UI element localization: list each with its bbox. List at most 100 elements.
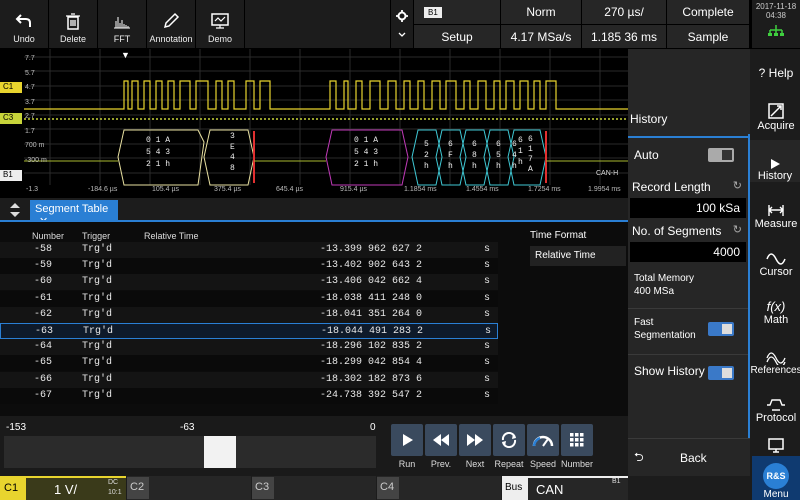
row-trigger: Trg'd xyxy=(82,357,113,369)
c4-label: C4 xyxy=(377,477,399,499)
reset-icon[interactable]: ↻ xyxy=(733,223,742,236)
channel-c4[interactable]: C4 xyxy=(377,476,501,500)
table-row[interactable]: -67 Trg'd -24.738 392 547 2 s xyxy=(0,387,498,404)
time-per-div[interactable]: 270 µs/ xyxy=(582,0,666,24)
delete-button[interactable]: Delete xyxy=(49,0,98,48)
repeat-label: Repeat xyxy=(494,459,524,469)
references-button[interactable]: References xyxy=(750,332,800,376)
col-header-number: Number xyxy=(32,231,65,241)
demo-button[interactable]: Demo xyxy=(196,0,245,48)
bus-b1[interactable]: Bus CAN B1 xyxy=(502,476,628,500)
decode-text: 5 4 3 xyxy=(146,148,171,157)
measure-button[interactable]: Measure xyxy=(752,188,800,230)
table-row[interactable]: -62 Trg'd -18.041 351 264 0 s xyxy=(0,306,498,323)
c2-label: C2 xyxy=(127,477,149,499)
scrubber-track[interactable] xyxy=(4,436,376,468)
trigger-settings-button[interactable] xyxy=(391,0,413,48)
back-label: Back xyxy=(680,451,707,465)
segments-field[interactable]: 4000 xyxy=(630,242,746,262)
menu-button[interactable]: R&S Menu xyxy=(752,456,800,500)
channel-c1[interactable]: C1 1 V/ DC 10:1 xyxy=(0,476,126,500)
row-trigger: Trg'd xyxy=(82,276,113,288)
setup-button[interactable]: Setup xyxy=(414,25,500,48)
x-label: -184.6 µs xyxy=(88,186,118,193)
help-button[interactable]: ? Help xyxy=(752,56,800,80)
rewind-icon xyxy=(433,434,449,446)
show-history-row[interactable]: Show History xyxy=(628,364,748,386)
decode-text: 2 1 h xyxy=(354,160,379,169)
acquire-label: Acquire xyxy=(757,120,795,132)
number-button[interactable]: Number xyxy=(560,424,594,469)
decode-text: h xyxy=(424,162,429,171)
table-row[interactable]: -64 Trg'd -18.296 102 835 2 s xyxy=(0,339,498,356)
auto-row[interactable]: Auto xyxy=(628,140,748,170)
row-number: -59 xyxy=(34,260,53,272)
history-scrubber[interactable]: -153 -63 0 xyxy=(0,416,380,476)
fast-segmentation-toggle[interactable] xyxy=(708,322,734,336)
fft-button[interactable]: FFT xyxy=(98,0,147,48)
math-button[interactable]: f(x) Math xyxy=(752,284,800,326)
row-number: -64 xyxy=(34,341,53,353)
next-button[interactable]: Next xyxy=(458,424,492,469)
table-row[interactable]: -60 Trg'd -13.406 042 662 4 s xyxy=(0,274,498,291)
c3-marker[interactable]: C3 xyxy=(0,113,22,124)
c1-marker[interactable]: C1 xyxy=(0,82,22,93)
decode-text: 1 xyxy=(528,145,533,154)
repeat-button[interactable]: Repeat xyxy=(492,424,526,469)
sample-rate[interactable]: 4.17 MSa/s xyxy=(501,25,581,48)
row-unit: s xyxy=(484,308,491,320)
table-row[interactable]: -58 Trg'd -13.399 962 627 2 s xyxy=(0,242,498,258)
history-menu-button[interactable]: History xyxy=(750,140,800,182)
row-relative-time: -13.402 902 643 2 xyxy=(320,260,423,272)
record-time[interactable]: 1.185 36 ms xyxy=(582,25,666,48)
time-format-select[interactable]: Relative Time xyxy=(530,246,626,266)
channel-c3[interactable]: C3 xyxy=(252,476,376,500)
trigger-position-marker[interactable]: ▼ xyxy=(121,50,130,60)
auto-toggle[interactable] xyxy=(708,148,734,162)
keypad-icon xyxy=(570,433,584,447)
row-unit: s xyxy=(484,292,491,304)
table-row[interactable]: -59 Trg'd -13.402 902 643 2 s xyxy=(0,258,498,275)
annotation-button[interactable]: Annotation xyxy=(147,0,196,48)
number-label: Number xyxy=(560,459,593,469)
back-button[interactable]: ⮌ Back xyxy=(628,438,750,476)
row-unit: s xyxy=(484,244,491,255)
acquisition-mode[interactable]: Sample xyxy=(667,25,749,48)
acquire-button[interactable]: Acquire xyxy=(752,90,800,132)
row-unit: s xyxy=(484,373,491,385)
undo-button[interactable]: Undo xyxy=(0,0,49,48)
c1-coupling-text: DC xyxy=(108,479,119,486)
time: 04:38 xyxy=(765,11,787,20)
acquisition-status[interactable]: Complete xyxy=(667,0,749,24)
run-button[interactable]: Run xyxy=(390,424,424,469)
prev-button[interactable]: Prev. xyxy=(424,424,458,469)
protocol-button[interactable]: Protocol xyxy=(752,380,800,424)
resize-handle-icon[interactable] xyxy=(8,202,22,218)
scrubber-thumb[interactable] xyxy=(204,436,236,468)
row-relative-time: -18.302 182 873 6 xyxy=(320,373,423,385)
measure-label: Measure xyxy=(754,218,798,230)
waveform-area[interactable]: 7.7 5.7 4.7 3.7 2.7 1.7 700 m -300 m C1 … xyxy=(0,49,628,197)
trigger-mode[interactable]: Norm xyxy=(501,0,581,24)
fast-segmentation-row[interactable]: Fast Segmentation xyxy=(628,316,748,350)
table-row[interactable]: -61 Trg'd -18.038 411 248 0 s xyxy=(0,290,498,307)
speed-label: Speed xyxy=(529,459,557,469)
speed-button[interactable]: Speed xyxy=(526,424,560,469)
b1-marker[interactable]: B1 xyxy=(0,170,22,181)
tab-segment-table[interactable]: Segment Table ✕ xyxy=(30,200,118,228)
display-button[interactable] xyxy=(752,430,800,454)
bus-badge-cell[interactable]: B1 xyxy=(414,0,500,24)
row-relative-time: -18.044 491 283 2 xyxy=(321,326,424,337)
cursor-button[interactable]: Cursor xyxy=(752,236,800,278)
table-row[interactable]: -63 Trg'd -18.044 491 283 2 s xyxy=(0,323,498,339)
reset-icon[interactable]: ↻ xyxy=(733,179,742,192)
show-history-toggle[interactable] xyxy=(708,366,734,380)
table-row[interactable]: -65 Trg'd -18.299 042 854 4 s xyxy=(0,355,498,372)
pencil-icon xyxy=(163,12,180,29)
record-length-field[interactable]: 100 kSa xyxy=(630,198,746,218)
decode-byte: 6 Fh xyxy=(448,139,453,172)
row-trigger: Trg'd xyxy=(82,373,113,385)
table-row[interactable]: -66 Trg'd -18.302 182 873 6 s xyxy=(0,371,498,388)
channel-c2[interactable]: C2 xyxy=(127,476,251,500)
row-number: -61 xyxy=(34,292,53,304)
